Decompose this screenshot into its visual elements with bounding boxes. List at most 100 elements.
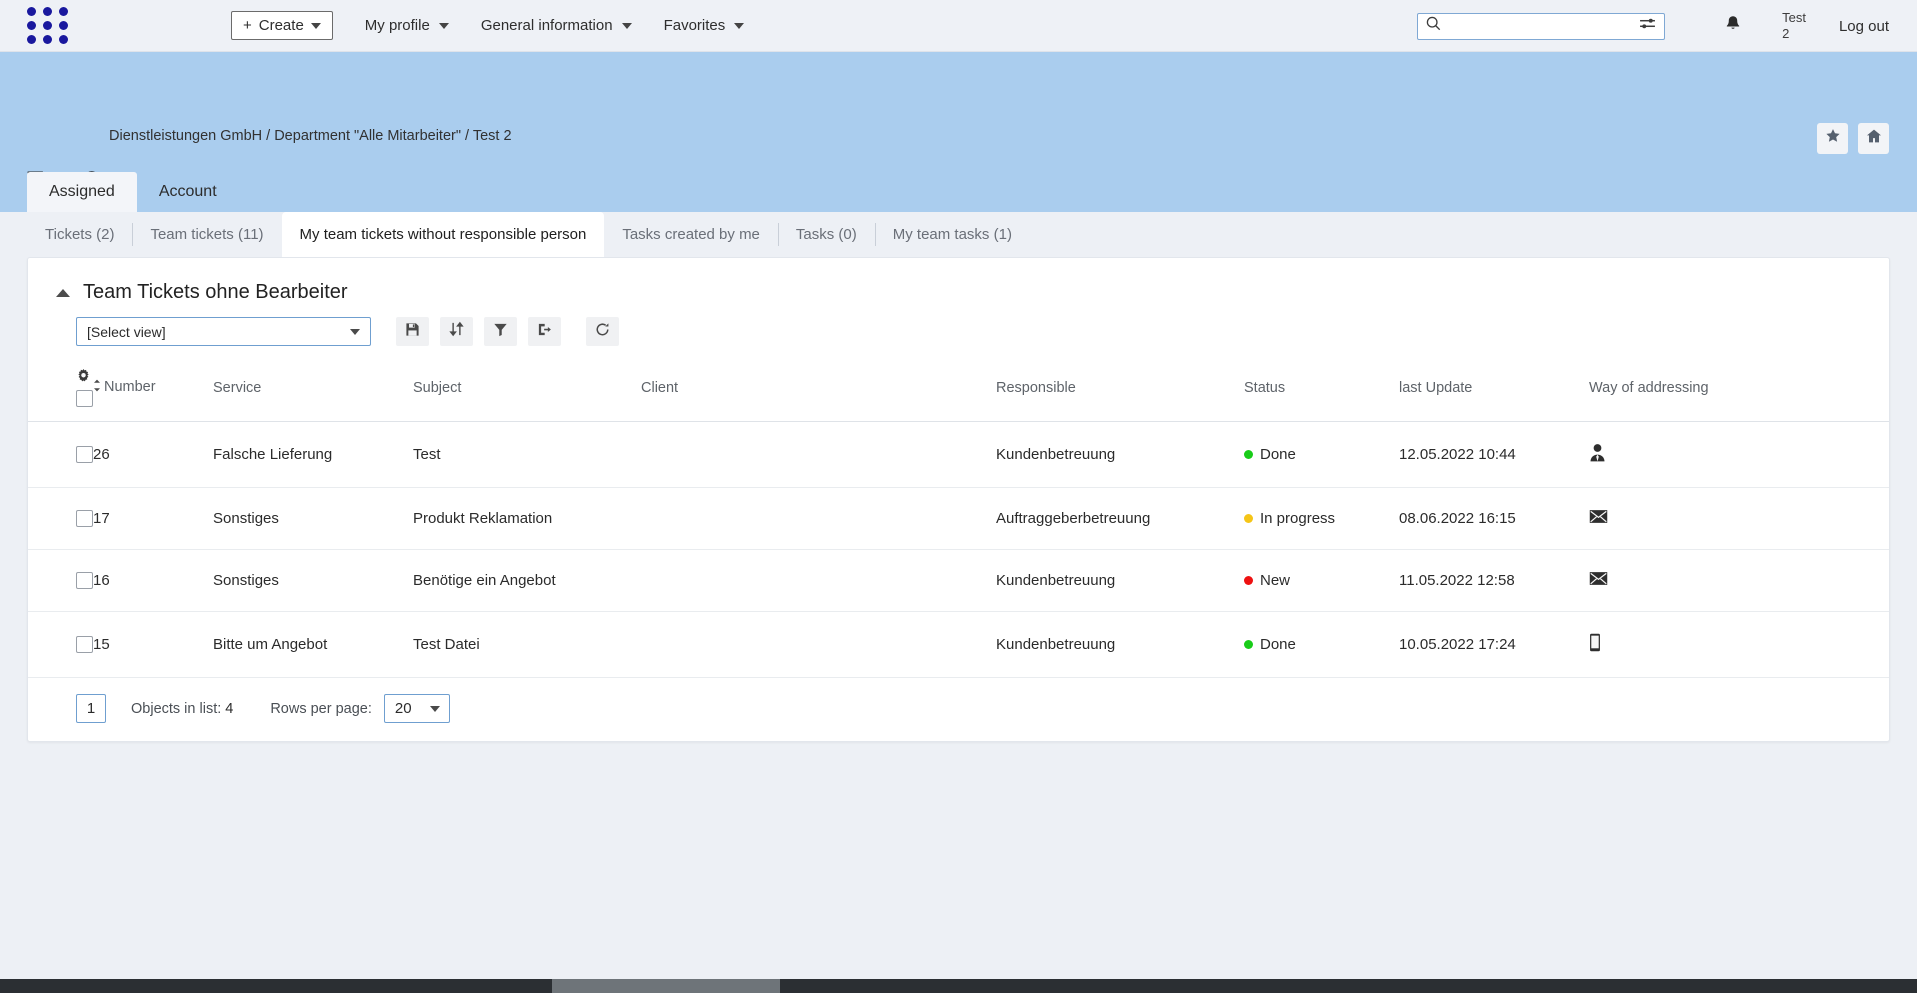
tab-account[interactable]: Account bbox=[137, 172, 239, 212]
rows-per-page-value: 20 bbox=[395, 700, 412, 717]
scrollbar-thumb[interactable] bbox=[552, 979, 780, 993]
top-nav-right-group: Test 2 Log out bbox=[1417, 0, 1917, 52]
sort-button[interactable] bbox=[440, 317, 473, 346]
page-banner: Dienstleistungen GmbH / Department "Alle… bbox=[0, 52, 1917, 212]
cell-responsible: Kundenbetreuung bbox=[996, 612, 1244, 678]
panel-toolbar: [Select view] bbox=[28, 304, 1889, 346]
subtab-label: Tasks (0) bbox=[796, 226, 857, 243]
tickets-table: Number Service Subject Client Responsibl… bbox=[28, 362, 1889, 678]
cell-responsible: Auftraggeberbetreuung bbox=[996, 488, 1244, 550]
column-number[interactable]: Number bbox=[93, 362, 213, 422]
cell-subject: Test Datei bbox=[413, 612, 641, 678]
subtab-tasks-created-by-me[interactable]: Tasks created by me bbox=[604, 212, 778, 257]
subtab-tasks[interactable]: Tasks (0) bbox=[778, 212, 875, 257]
row-checkbox[interactable] bbox=[76, 636, 93, 653]
column-responsible[interactable]: Responsible bbox=[996, 362, 1244, 422]
cell-status: Done bbox=[1244, 422, 1399, 488]
create-button-label: Create bbox=[259, 17, 304, 34]
view-select-value: [Select view] bbox=[87, 324, 166, 340]
table-row[interactable]: 15 Bitte um Angebot Test Datei Kundenbet… bbox=[28, 612, 1889, 678]
column-service[interactable]: Service bbox=[213, 362, 413, 422]
rows-per-page-select[interactable]: 20 bbox=[384, 694, 450, 723]
person-icon bbox=[1589, 449, 1606, 466]
sub-tab-strip: Tickets (2) Team tickets (11) My team ti… bbox=[0, 212, 1917, 257]
subtab-tickets[interactable]: Tickets (2) bbox=[27, 212, 132, 257]
column-label: Number bbox=[104, 379, 156, 395]
chevron-up-icon[interactable] bbox=[56, 289, 70, 297]
row-select-cell bbox=[28, 488, 93, 550]
column-status[interactable]: Status bbox=[1244, 362, 1399, 422]
horizontal-scrollbar[interactable] bbox=[0, 979, 1917, 993]
breadcrumb: Dienstleistungen GmbH / Department "Alle… bbox=[109, 128, 512, 144]
cell-way-of-addressing bbox=[1589, 488, 1889, 550]
subtab-label: My team tasks (1) bbox=[893, 226, 1012, 243]
row-select-cell bbox=[28, 550, 93, 612]
nav-item-my-profile[interactable]: My profile bbox=[365, 17, 449, 34]
row-checkbox[interactable] bbox=[76, 572, 93, 589]
export-icon bbox=[537, 322, 552, 342]
subtab-team-tickets[interactable]: Team tickets (11) bbox=[132, 212, 281, 257]
subtab-my-team-tasks[interactable]: My team tasks (1) bbox=[875, 212, 1030, 257]
cell-responsible: Kundenbetreuung bbox=[996, 550, 1244, 612]
status-dot bbox=[1244, 640, 1253, 649]
cell-last-update: 08.06.2022 16:15 bbox=[1399, 488, 1589, 550]
subtab-my-team-tickets-without-responsible-person[interactable]: My team tickets without responsible pers… bbox=[282, 212, 605, 257]
cell-subject: Test bbox=[413, 422, 641, 488]
chevron-down-icon bbox=[622, 23, 632, 29]
home-button[interactable] bbox=[1858, 123, 1889, 154]
nav-item-general-information[interactable]: General information bbox=[481, 17, 632, 34]
save-view-button[interactable] bbox=[396, 317, 429, 346]
favorite-button[interactable] bbox=[1817, 123, 1848, 154]
cell-way-of-addressing bbox=[1589, 550, 1889, 612]
refresh-button[interactable] bbox=[586, 317, 619, 346]
user-menu[interactable]: Test 2 bbox=[1782, 10, 1806, 43]
tab-label: Account bbox=[159, 183, 217, 200]
search-input[interactable] bbox=[1441, 19, 1639, 34]
view-select[interactable]: [Select view] bbox=[76, 317, 371, 346]
table-row[interactable]: 16 Sonstiges Benötige ein Angebot Kunden… bbox=[28, 550, 1889, 612]
status-label: Done bbox=[1260, 446, 1296, 463]
page-number-input[interactable]: 1 bbox=[76, 694, 106, 723]
select-all-checkbox[interactable] bbox=[76, 390, 93, 407]
cell-status: In progress bbox=[1244, 488, 1399, 550]
tab-assigned[interactable]: Assigned bbox=[27, 172, 137, 212]
chevron-down-icon bbox=[311, 23, 321, 29]
column-way-of-addressing[interactable]: Way of addressing bbox=[1589, 362, 1889, 422]
filter-button[interactable] bbox=[484, 317, 517, 346]
create-button[interactable]: + Create bbox=[231, 11, 333, 40]
row-checkbox[interactable] bbox=[76, 510, 93, 527]
top-navigation-bar: + Create My profile General information … bbox=[0, 0, 1917, 52]
cell-last-update: 10.05.2022 17:24 bbox=[1399, 612, 1589, 678]
column-subject[interactable]: Subject bbox=[413, 362, 641, 422]
status-label: Done bbox=[1260, 636, 1296, 653]
home-icon bbox=[1866, 128, 1882, 149]
column-client[interactable]: Client bbox=[641, 362, 996, 422]
chevron-down-icon bbox=[439, 23, 449, 29]
cell-number: 17 bbox=[93, 488, 213, 550]
plus-icon: + bbox=[243, 18, 252, 33]
row-checkbox[interactable] bbox=[76, 446, 93, 463]
chevron-down-icon bbox=[430, 706, 440, 712]
app-grid-icon[interactable] bbox=[25, 7, 70, 45]
chevron-down-icon bbox=[734, 23, 744, 29]
export-button[interactable] bbox=[528, 317, 561, 346]
status-dot bbox=[1244, 514, 1253, 523]
cell-last-update: 12.05.2022 10:44 bbox=[1399, 422, 1589, 488]
cell-service: Falsche Lieferung bbox=[213, 422, 413, 488]
nav-item-favorites[interactable]: Favorites bbox=[664, 17, 745, 34]
cell-number: 15 bbox=[93, 612, 213, 678]
star-icon bbox=[1825, 128, 1841, 149]
column-last-update[interactable]: last Update bbox=[1399, 362, 1589, 422]
notification-bell-icon[interactable] bbox=[1725, 15, 1741, 38]
mobile-phone-icon bbox=[1589, 639, 1601, 656]
sliders-icon[interactable] bbox=[1639, 17, 1656, 35]
envelope-icon bbox=[1589, 573, 1608, 590]
envelope-icon bbox=[1589, 511, 1608, 528]
table-row[interactable]: 26 Falsche Lieferung Test Kundenbetreuun… bbox=[28, 422, 1889, 488]
table-row[interactable]: 17 Sonstiges Produkt Reklamation Auftrag… bbox=[28, 488, 1889, 550]
gear-icon[interactable] bbox=[76, 368, 93, 387]
global-search[interactable] bbox=[1417, 13, 1665, 40]
logout-link[interactable]: Log out bbox=[1839, 18, 1889, 35]
subtab-label: Tickets (2) bbox=[45, 226, 114, 243]
table-head: Number Service Subject Client Responsibl… bbox=[28, 362, 1889, 422]
